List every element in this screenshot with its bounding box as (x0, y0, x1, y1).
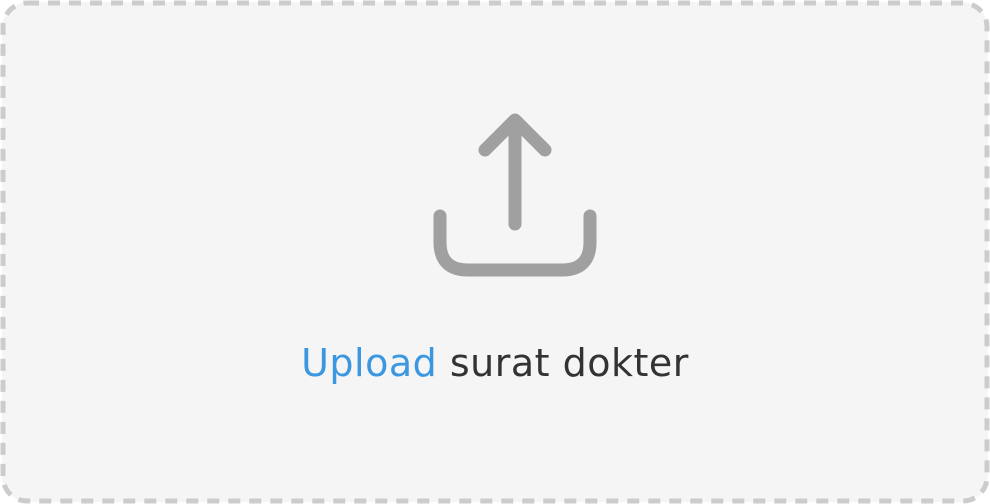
upload-description: surat dokter (449, 341, 689, 385)
upload-icon[interactable] (428, 108, 602, 284)
upload-label: Upload surat dokter (0, 336, 990, 390)
upload-link[interactable]: Upload (301, 341, 437, 385)
